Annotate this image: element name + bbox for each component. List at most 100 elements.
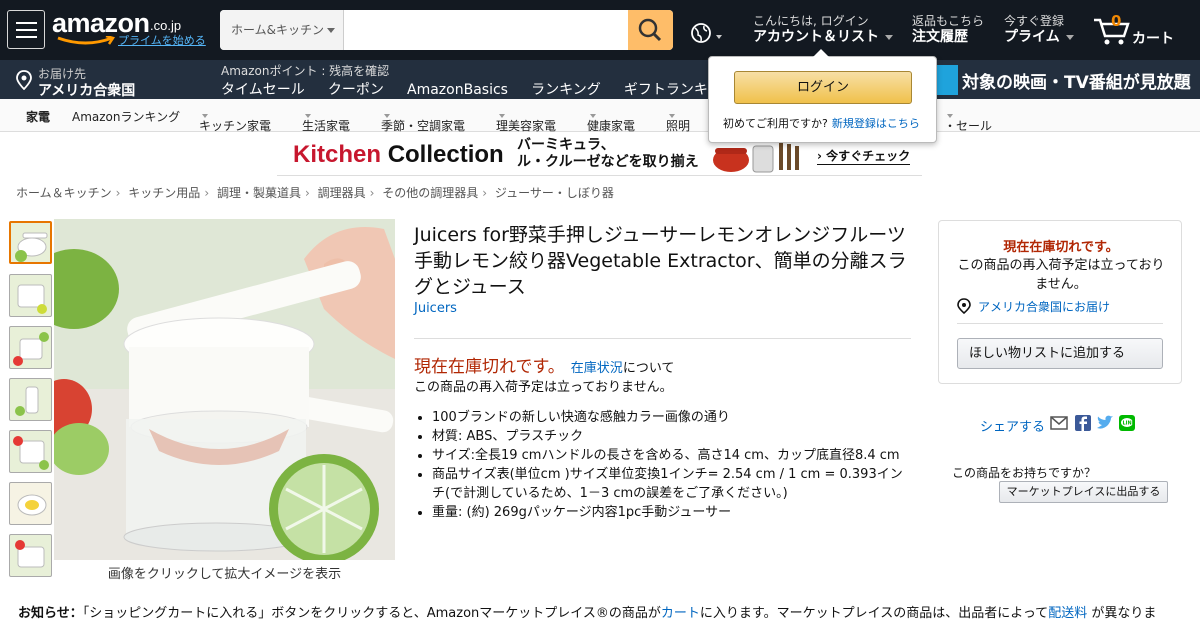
buy-box: 現在在庫切れです。 この商品の再入荷予定は立っておりません。 アメリカ合衆国にお…: [938, 220, 1182, 384]
breadcrumb-item[interactable]: 調理・製菓道具: [217, 186, 301, 200]
account-label: アカウント＆リスト: [753, 29, 879, 45]
breadcrumb-item[interactable]: 調理器具: [318, 186, 366, 200]
breadcrumb-item[interactable]: ホーム＆キッチン: [16, 186, 112, 200]
category-title[interactable]: 家電: [26, 108, 50, 125]
search-button[interactable]: [628, 10, 673, 50]
breadcrumb-separator: ›: [115, 186, 121, 200]
buybox-restock-text: この商品の再入荷予定は立っておりません。: [957, 258, 1165, 292]
globe-icon: [691, 23, 711, 43]
sell-on-marketplace-button[interactable]: マーケットプレイスに出品する: [999, 481, 1168, 503]
category-label: ・セール: [944, 119, 993, 133]
feature-bullet: 重量: (約) 269gパッケージ内容1pc手動ジューサー: [432, 503, 912, 522]
new-customer-prompt: 初めてご利用ですか? 新規登録はこちら: [723, 115, 920, 131]
breadcrumb-item[interactable]: キッチン用品: [128, 186, 200, 200]
search-category-select[interactable]: ホーム&キッチン: [220, 10, 344, 50]
amazon-logo[interactable]: amazon .co.jp プライムを始める: [52, 8, 212, 52]
share-label[interactable]: シェアする: [980, 416, 1045, 435]
notice-text: 「ショッピングカートに入れる」ボタンをクリックすると、Amazonマーケットプレ…: [82, 606, 661, 621]
category-link-living[interactable]: 生活家電: [302, 108, 350, 133]
sign-in-popover: ログイン 初めてご利用ですか? 新規登録はこちら: [708, 49, 937, 143]
product-main-image[interactable]: [54, 219, 395, 560]
restock-text: この商品の再入荷予定は立っておりません。: [414, 380, 673, 395]
category-link-health[interactable]: 健康家電: [587, 108, 635, 133]
notice-label: お知らせ：: [18, 606, 83, 621]
twitter-icon[interactable]: [1096, 414, 1114, 432]
points-link[interactable]: Amazonポイント : 残高を確認: [221, 62, 389, 79]
thumbnail[interactable]: [9, 534, 52, 577]
notice-text: が異なりま: [1087, 606, 1157, 621]
notice-cart-link[interactable]: カート: [661, 606, 700, 621]
new-customer-text: 初めてご利用ですか?: [723, 117, 828, 130]
breadcrumb-item[interactable]: ジューサー・しぼり器: [495, 186, 614, 200]
register-link[interactable]: 新規登録はこちら: [832, 117, 920, 130]
search-input[interactable]: [345, 10, 628, 50]
login-button[interactable]: ログイン: [734, 71, 912, 104]
chevron-down-icon: [1065, 34, 1074, 40]
breadcrumb-separator: ›: [304, 186, 310, 200]
sub-nav: お届け先 アメリカ合衆国 Amazonポイント : 残高を確認 タイムセール ク…: [0, 60, 1200, 99]
image-caption: 画像をクリックして拡大イメージを表示: [107, 567, 342, 582]
language-selector[interactable]: [690, 22, 728, 46]
category-link-ranking[interactable]: Amazonランキング: [72, 108, 180, 125]
category-link-seasonal[interactable]: 季節・空調家電: [381, 108, 465, 133]
brand-link[interactable]: Juicers: [414, 301, 457, 316]
subnav-link-timesale[interactable]: タイムセール: [221, 79, 305, 99]
prime-label: プライム: [1004, 29, 1060, 45]
deliver-country: アメリカ合衆国: [38, 83, 136, 99]
category-link-lighting[interactable]: 照明: [666, 108, 690, 133]
cart-label: カート: [1132, 31, 1174, 47]
banner-brand: Kitchen Collection: [293, 141, 504, 169]
prime-menu[interactable]: 今すぐ登録 プライム: [1004, 14, 1074, 46]
facebook-icon[interactable]: [1074, 414, 1092, 432]
thumbnail[interactable]: [9, 482, 52, 525]
promo-graphic: [936, 65, 958, 95]
product-title: Juicers for野菜手押しジューサーレモンオレンジフルーツ手動レモン絞り器…: [414, 224, 907, 298]
feature-bullet: サイズ:全長19 cmハンドルの長さを含める、高さ14 cm、カップ底直径8.4…: [432, 446, 912, 465]
subnav-link-ranking[interactable]: ランキング: [531, 79, 601, 99]
category-link-sale[interactable]: ・セール: [944, 108, 992, 133]
thumbnail[interactable]: [9, 221, 52, 264]
subnav-link-amazonbasics[interactable]: AmazonBasics: [407, 82, 508, 98]
feature-bullet: 材質: ABS、プラスチック: [432, 427, 912, 446]
breadcrumb-item[interactable]: その他の調理器具: [382, 186, 478, 200]
out-of-stock-text: 現在在庫切れです。: [414, 357, 565, 377]
breadcrumb-separator: ›: [482, 186, 488, 200]
banner-brand-black: Collection: [387, 141, 504, 168]
feature-bullets: 100ブランドの新しい快適な感触カラー画像の通り 材質: ABS、プラスチック …: [432, 408, 912, 522]
logo-suffix: .co.jp: [150, 18, 182, 33]
stock-status-link[interactable]: 在庫状況: [571, 361, 623, 376]
cookware-image: [713, 142, 799, 173]
category-link-beauty[interactable]: 理美容家電: [496, 108, 556, 133]
notice-shipping-link[interactable]: 配送料: [1048, 606, 1087, 621]
orders-link[interactable]: 返品もこちら 注文履歴: [912, 14, 984, 46]
svg-text:LINE: LINE: [1123, 421, 1136, 427]
thumbnail[interactable]: [9, 274, 52, 317]
prime-signup-link[interactable]: プライムを始める: [118, 32, 206, 48]
category-label: 照明: [666, 119, 691, 133]
category-label: 理美容家電: [496, 119, 557, 133]
line-icon[interactable]: LINE: [1118, 414, 1136, 432]
category-link-kitchen[interactable]: キッチン家電: [199, 108, 271, 133]
chevron-down-icon: [716, 35, 722, 39]
hello-text: こんにちは, ログイン: [753, 14, 869, 28]
returns-text: 返品もこちら: [912, 14, 985, 28]
thumbnail[interactable]: [9, 378, 52, 421]
cart-button[interactable]: 0 カート: [1092, 12, 1182, 50]
add-to-wishlist-button[interactable]: ほしい物リストに追加する: [957, 338, 1163, 369]
account-menu[interactable]: こんにちは, ログイン アカウント＆リスト: [753, 14, 893, 46]
thumbnail[interactable]: [9, 326, 52, 369]
banner-cta[interactable]: › 今すぐチェック: [817, 147, 911, 165]
divider: [957, 323, 1163, 324]
notice-text: に入ります。マーケットプレイスの商品は、出品者によって: [699, 606, 1049, 621]
chevron-down-icon: [327, 28, 335, 33]
mail-icon[interactable]: [1050, 414, 1068, 432]
subnav-links: タイムセール クーポン AmazonBasics ランキング ギフトランキング: [221, 79, 754, 99]
sell-question: この商品をお持ちですか？: [952, 466, 1097, 480]
feature-bullet: 100ブランドの新しい快適な感触カラー画像の通り: [432, 408, 912, 427]
menu-icon[interactable]: [7, 10, 45, 49]
thumbnail[interactable]: [9, 430, 52, 473]
prime-video-promo[interactable]: 対象の映画・TV番組が見放題: [936, 65, 1200, 95]
subnav-link-coupon[interactable]: クーポン: [328, 79, 384, 99]
top-nav: amazon .co.jp プライムを始める ホーム&キッチン こんにちは, ロ…: [0, 0, 1200, 60]
banner-copy: バーミキュラ、 ル・クルーゼなどを取り揃え: [517, 137, 699, 171]
